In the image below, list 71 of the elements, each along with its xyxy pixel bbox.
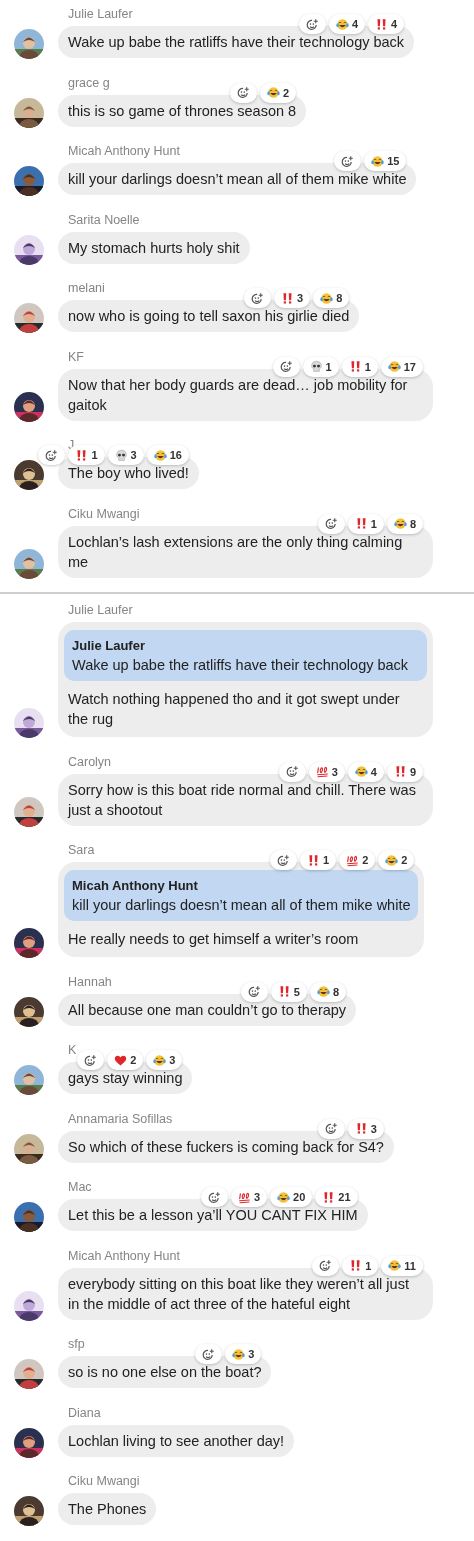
author-name: melani — [68, 281, 105, 295]
reaction-button[interactable]: 4 — [328, 14, 365, 34]
message-text: Lochlan’s lash extensions are the only thing calming me — [68, 532, 404, 572]
message-text: Let this be a lesson ya’ll YOU CANT FIX HIM — [68, 1206, 358, 1225]
message-text: Watch nothing happened tho and it got swept under the rug — [68, 690, 401, 729]
reaction-button[interactable]: 5 — [270, 981, 307, 1002]
reaction-button[interactable]: 1 — [342, 1255, 379, 1276]
message-text: Now that her body guards are dead… job mobility for gaitok — [68, 375, 409, 415]
reaction-button[interactable]: 16 — [146, 445, 189, 465]
reaction-button[interactable]: 20 — [270, 1187, 313, 1207]
message-text: everybody sitting on this boat like they weren’t all just in the middle of act three of the hateful eight — [68, 1274, 410, 1314]
reaction-button[interactable]: 17 — [380, 356, 423, 377]
author-name: grace g — [68, 75, 110, 90]
quote-text: Wake up babe the ratliffs have their technology back — [72, 656, 410, 675]
message-text: The boy who lived! — [68, 464, 189, 483]
message-text: All because one man couldn’t go to therapy — [68, 1000, 347, 1020]
message-text: kill your darlings doesn’t mean all of them mike white — [68, 170, 407, 189]
author-name: Carolyn — [68, 754, 112, 769]
message-text: He really needs to get himself a writer’s room — [68, 930, 360, 949]
quote-text: kill your darlings doesn’t mean all of them mike white — [72, 896, 411, 915]
message-text: Lochlan living to see another day! — [68, 1431, 285, 1451]
message-text: so is no one else on the boat? — [68, 1363, 262, 1382]
author-name: KF — [68, 349, 84, 364]
author-name: Micah Anthony Hunt — [68, 144, 180, 158]
author-name: sfp — [68, 1337, 85, 1351]
reaction-button[interactable]: 3 — [308, 761, 345, 782]
author-name: Julie Laufer — [68, 603, 133, 617]
reaction-button[interactable]: 8 — [310, 981, 347, 1002]
reaction-button[interactable]: 1 — [302, 356, 339, 377]
author-name: Diana — [68, 1405, 101, 1420]
author-name: Hannah — [68, 974, 112, 989]
author-name: Mac — [68, 1180, 92, 1194]
reaction-button[interactable]: 3 — [274, 288, 311, 308]
reaction-button[interactable]: 2 — [378, 850, 415, 870]
reaction-button[interactable]: 21 — [315, 1187, 358, 1207]
reaction-button[interactable]: 4 — [368, 14, 405, 34]
reaction-button[interactable]: 11 — [381, 1255, 423, 1276]
message-text: Sorry how is this boat ride normal and chill. There was just a shootout — [68, 780, 417, 820]
message-text: The Phones — [68, 1500, 147, 1519]
reaction-button[interactable]: 8 — [386, 513, 423, 534]
reaction-button[interactable]: 4 — [347, 761, 384, 782]
reaction-button[interactable]: 1 — [347, 513, 384, 534]
reaction-button[interactable]: 3 — [146, 1050, 183, 1070]
reaction-button[interactable]: 15 — [364, 151, 407, 171]
quote-author: Micah Anthony Hunt — [72, 877, 199, 895]
reaction-button[interactable]: 8 — [313, 288, 350, 308]
reaction-button[interactable]: 1 — [300, 850, 337, 870]
reaction-button[interactable]: 3 — [107, 445, 144, 465]
message-text: Wake up babe the ratliffs have their technology back — [68, 33, 405, 52]
author-name: Micah Anthony Hunt — [68, 1248, 180, 1263]
author-name: Julie Laufer — [68, 7, 133, 21]
author-name: Sarita Noelle — [68, 212, 140, 227]
reaction-button[interactable]: 2 — [339, 850, 376, 870]
author-name: Ciku Mwangi — [68, 1474, 140, 1488]
message-text: So which of these fuckers is coming back for S4? — [68, 1137, 384, 1157]
reaction-button[interactable]: 2 — [260, 82, 297, 103]
author-name: Annamaria Sofillas — [68, 1111, 173, 1126]
author-name: K — [68, 1043, 77, 1057]
message-text: My stomach hurts holy shit — [68, 238, 240, 258]
reaction-button[interactable]: 3 — [230, 1187, 268, 1207]
reaction-button[interactable]: 9 — [386, 761, 423, 782]
message-text: now who is going to tell saxon his girlie died — [68, 307, 350, 326]
reaction-button[interactable]: 1 — [341, 356, 378, 377]
reaction-button[interactable]: 3 — [347, 1118, 384, 1139]
reaction-button[interactable]: 3 — [225, 1344, 262, 1364]
message-text: this is so game of thrones season 8 — [68, 101, 297, 121]
quote-author: Julie Laufer — [72, 637, 146, 655]
message-text: gays stay winning — [68, 1069, 183, 1088]
reaction-button[interactable]: 2 — [107, 1050, 144, 1070]
author-name: Sara — [68, 843, 95, 857]
author-name: Ciku Mwangi — [68, 506, 140, 521]
